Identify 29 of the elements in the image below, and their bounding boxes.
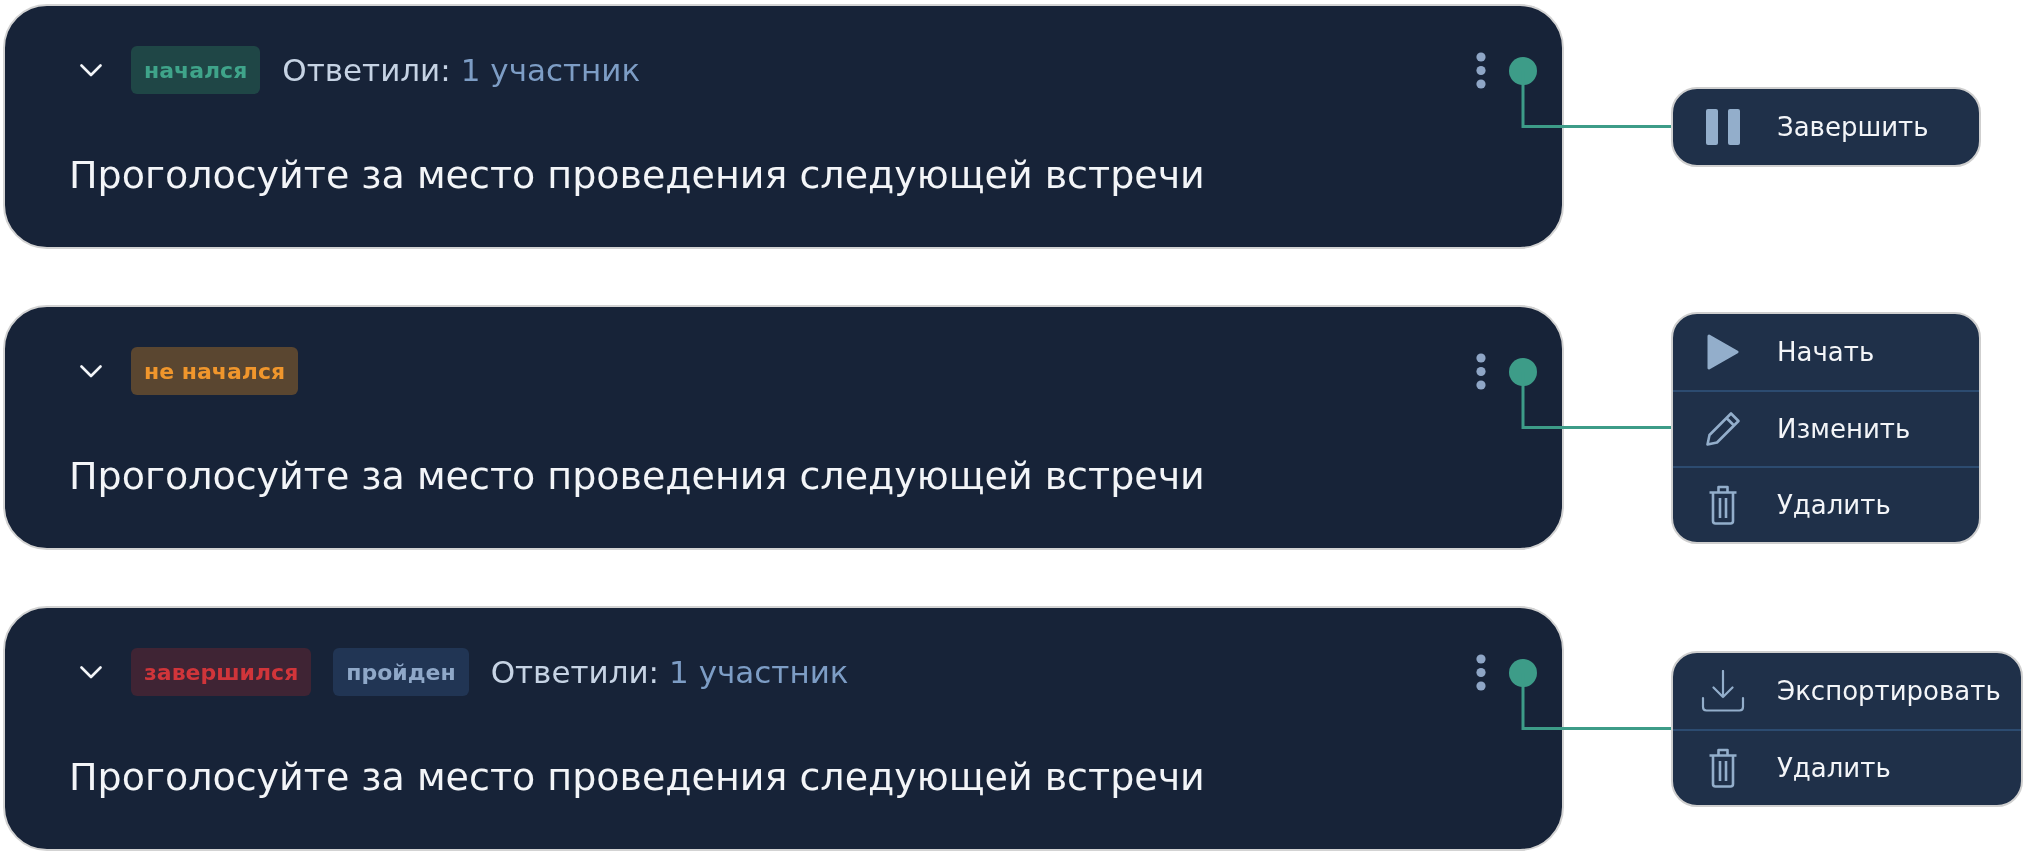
responses-count: 1 участник <box>460 52 641 88</box>
download-icon <box>1701 669 1745 712</box>
responses-label: Ответили: <box>282 52 451 88</box>
responses-label: Ответили: <box>490 654 660 690</box>
more-icon[interactable] <box>1476 352 1486 390</box>
chevron-down-icon[interactable] <box>80 364 102 378</box>
menu-item[interactable]: Удалить <box>1673 465 1979 542</box>
more-icon[interactable] <box>1476 653 1486 691</box>
pause-icon <box>1706 108 1740 145</box>
status-badge: завершился <box>131 648 312 696</box>
menu-item[interactable]: Завершить <box>1673 88 1979 165</box>
menu-item[interactable]: Удалить <box>1673 728 2021 805</box>
status-badge: начался <box>131 46 261 94</box>
chevron-down-icon[interactable] <box>80 665 102 679</box>
trash-icon <box>1708 747 1738 788</box>
poll-title: Проголосуйте за место проведения следующей встречи <box>69 152 1205 198</box>
poll-title: Проголосуйте за место проведения следующей встречи <box>69 453 1205 499</box>
menu-item[interactable]: Изменить <box>1673 389 1979 466</box>
trash-icon <box>1708 484 1738 525</box>
play-icon <box>1707 333 1739 370</box>
status-badge: не начался <box>131 347 299 395</box>
menu-item[interactable]: Начать <box>1673 313 1979 390</box>
more-icon[interactable] <box>1476 51 1486 89</box>
chevron-down-icon[interactable] <box>80 63 102 77</box>
status-badge: пройден <box>333 648 469 696</box>
menu-item[interactable]: Экспортировать <box>1673 652 2021 729</box>
responses-count: 1 участник <box>669 654 849 690</box>
poll-title: Проголосуйте за место проведения следующей встречи <box>69 754 1205 800</box>
pencil-icon <box>1705 410 1741 447</box>
